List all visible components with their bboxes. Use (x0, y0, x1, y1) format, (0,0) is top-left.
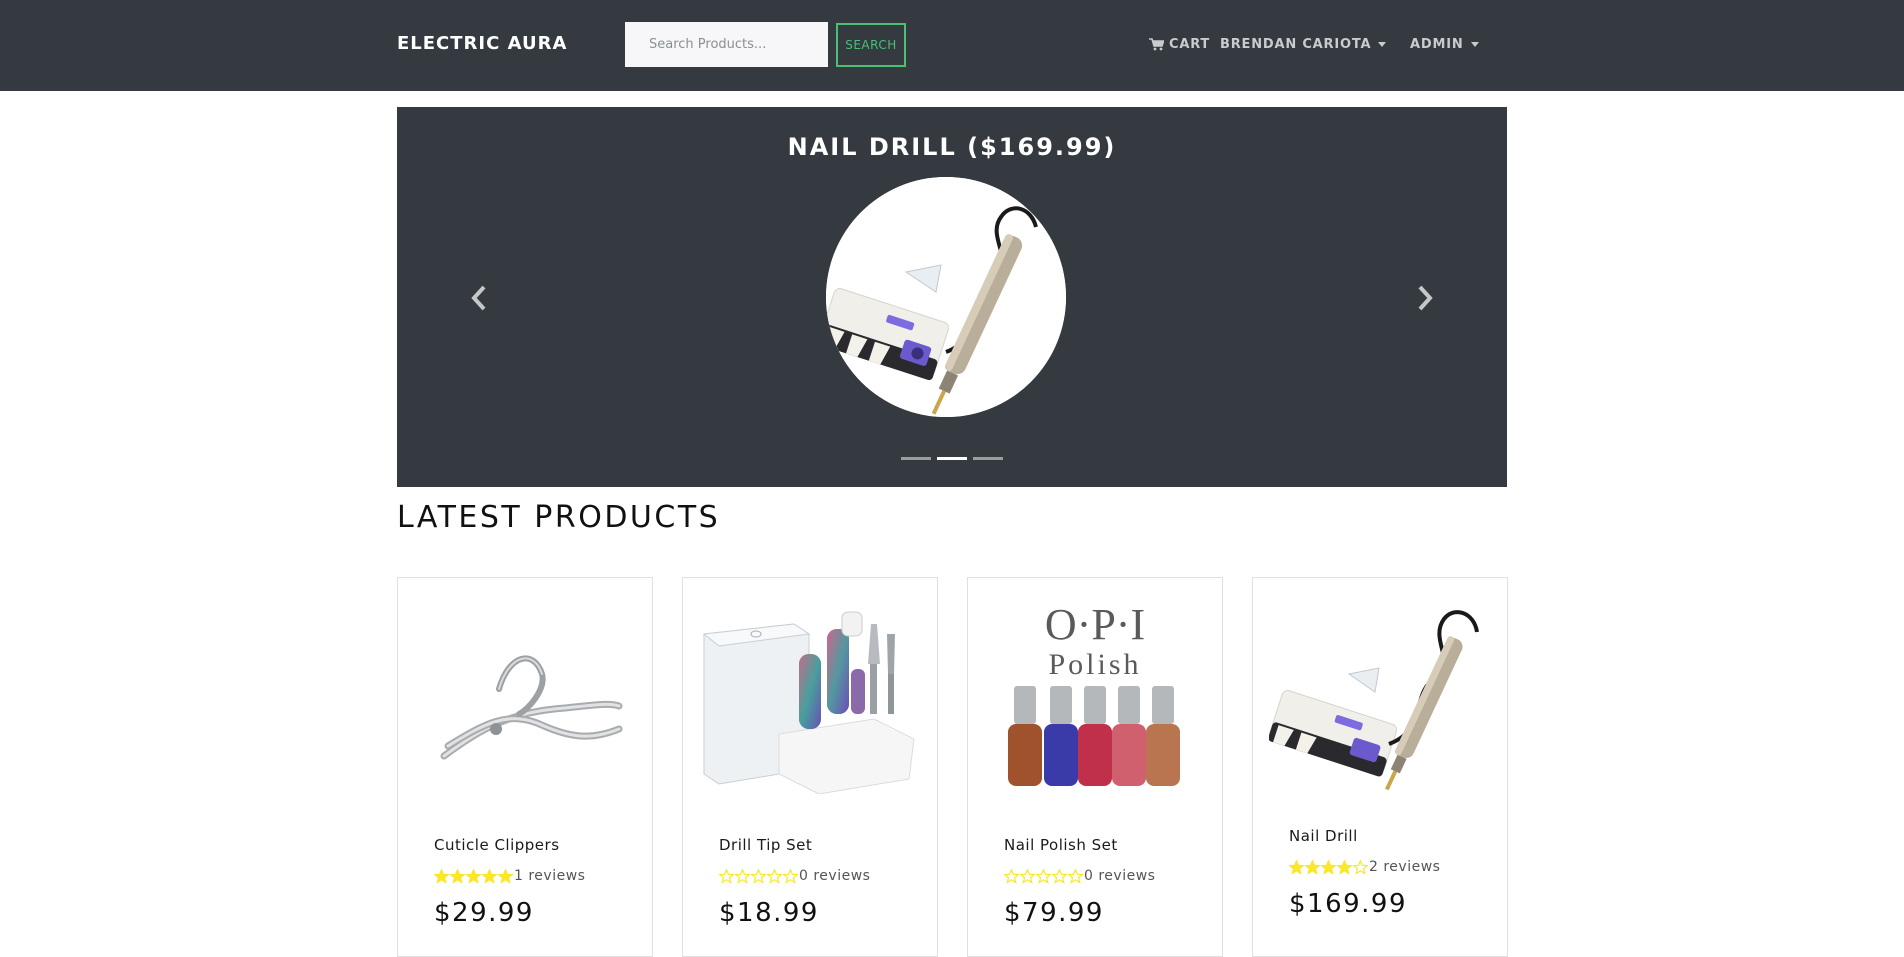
product-carousel: NAIL DRILL ($169.99) (397, 107, 1507, 487)
product-card[interactable]: Nail Drill 2 reviews $169.99 (1252, 577, 1508, 957)
star-empty-icon (1353, 859, 1368, 875)
star-empty-icon (1068, 868, 1083, 884)
search-input[interactable] (625, 22, 828, 67)
carousel-caption[interactable]: NAIL DRILL ($169.99) (397, 133, 1507, 161)
star-empty-icon (1004, 868, 1019, 884)
top-navbar: ELECTRIC AURA SEARCH CART BRENDAN CARIOT… (0, 0, 1904, 91)
rating-stars (434, 868, 513, 884)
user-name-label: BRENDAN CARIOTA (1220, 37, 1372, 52)
star-filled-icon (1321, 859, 1336, 875)
carousel-next-button[interactable] (1413, 283, 1437, 313)
rating-stars (1004, 868, 1083, 884)
product-rating: 0 reviews (1004, 868, 1155, 884)
product-card[interactable]: Cuticle Clippers 1 reviews $29.99 (397, 577, 653, 957)
star-empty-icon (767, 868, 782, 884)
product-rating: 2 reviews (1289, 859, 1440, 875)
product-rating: 0 reviews (719, 868, 870, 884)
star-filled-icon (434, 868, 449, 884)
star-empty-icon (719, 868, 734, 884)
review-count: 0 reviews (799, 868, 871, 884)
caret-down-icon (1378, 42, 1387, 47)
product-card[interactable]: Drill Tip Set 0 reviews $18.99 (682, 577, 938, 957)
star-filled-icon (1337, 859, 1352, 875)
star-empty-icon (1036, 868, 1051, 884)
star-empty-icon (1020, 868, 1035, 884)
star-filled-icon (498, 868, 513, 884)
cart-link[interactable]: CART (1149, 37, 1210, 52)
rating-stars (719, 868, 798, 884)
brand-logo[interactable]: ELECTRIC AURA (397, 33, 567, 54)
shopping-cart-icon (1149, 38, 1164, 51)
carousel-prev-button[interactable] (467, 283, 491, 313)
drill-tip-set-image[interactable] (699, 594, 921, 795)
product-price: $169.99 (1289, 889, 1408, 919)
star-empty-icon (751, 868, 766, 884)
product-price: $29.99 (434, 898, 534, 928)
star-filled-icon (466, 868, 481, 884)
product-title[interactable]: Nail Polish Set (1004, 836, 1118, 854)
user-menu-dropdown[interactable]: BRENDAN CARIOTA (1220, 37, 1387, 52)
star-filled-icon (1289, 859, 1304, 875)
search-button[interactable]: SEARCH (836, 23, 906, 67)
nail-polish-set-image[interactable]: O·P·I Polish (984, 594, 1206, 794)
carousel-indicator-1[interactable] (901, 457, 931, 460)
product-title[interactable]: Nail Drill (1289, 827, 1358, 845)
product-price: $18.99 (719, 898, 819, 928)
chevron-right-icon (1418, 285, 1433, 311)
product-rating: 1 reviews (434, 868, 585, 884)
product-card[interactable]: O·P·I Polish Nail Polish Set 0 reviews $… (967, 577, 1223, 957)
product-title[interactable]: Drill Tip Set (719, 836, 812, 854)
carousel-indicators (901, 457, 1003, 460)
nail-drill-image[interactable] (826, 177, 1066, 417)
star-filled-icon (450, 868, 465, 884)
review-count: 1 reviews (514, 868, 586, 884)
carousel-indicator-2[interactable] (937, 457, 967, 460)
cart-label: CART (1169, 37, 1211, 52)
admin-label: ADMIN (1410, 37, 1464, 52)
latest-products-heading: LATEST PRODUCTS (397, 500, 721, 535)
product-price: $79.99 (1004, 898, 1104, 928)
chevron-left-icon (471, 285, 486, 311)
star-empty-icon (783, 868, 798, 884)
star-filled-icon (1305, 859, 1320, 875)
product-title[interactable]: Cuticle Clippers (434, 836, 560, 854)
review-count: 2 reviews (1369, 859, 1441, 875)
opi-logo-text: O·P·I (1045, 600, 1145, 649)
polish-logo-text: Polish (1048, 648, 1141, 681)
nail-drill-image[interactable] (1268, 594, 1491, 794)
carousel-indicator-3[interactable] (973, 457, 1003, 460)
cuticle-clippers-image[interactable] (414, 594, 636, 794)
star-filled-icon (482, 868, 497, 884)
rating-stars (1289, 859, 1368, 875)
admin-menu-dropdown[interactable]: ADMIN (1410, 37, 1479, 52)
review-count: 0 reviews (1084, 868, 1156, 884)
star-empty-icon (1052, 868, 1067, 884)
caret-down-icon (1470, 42, 1479, 47)
star-empty-icon (735, 868, 750, 884)
